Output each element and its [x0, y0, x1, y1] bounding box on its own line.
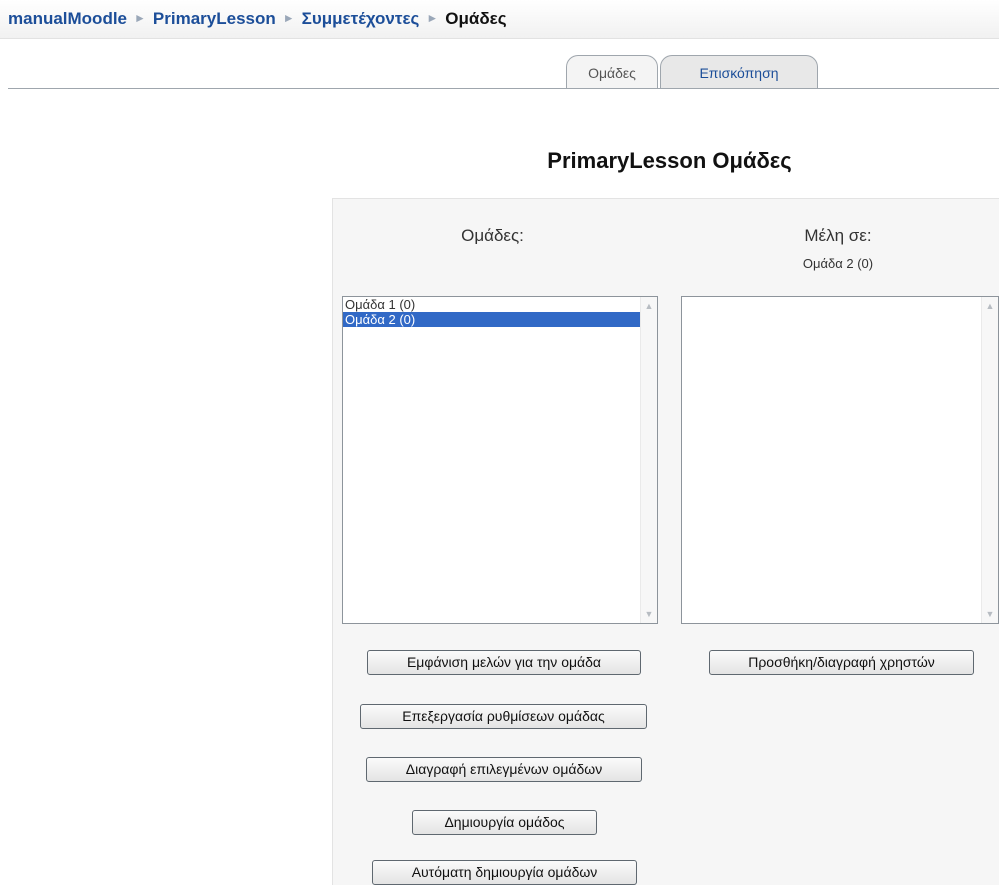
- breadcrumb-link-participants[interactable]: Συμμετέχοντες: [302, 9, 420, 28]
- scroll-down-icon[interactable]: ▼: [985, 609, 995, 619]
- breadcrumb-link-course-site[interactable]: manualMoodle: [8, 9, 127, 28]
- group-list-item[interactable]: Ομάδα 1 (0): [343, 297, 657, 312]
- tab-groups[interactable]: Ομάδες: [566, 55, 658, 88]
- members-scrollbar[interactable]: ▲ ▼: [981, 297, 998, 623]
- members-listbox[interactable]: ▲ ▼: [681, 296, 999, 624]
- page-title: PrimaryLesson Ομάδες: [547, 148, 792, 173]
- breadcrumb: manualMoodle ► PrimaryLesson ► Συμμετέχοντες…: [8, 9, 507, 29]
- tab-overview[interactable]: Επισκόπηση: [660, 55, 818, 88]
- delete-selected-groups-button[interactable]: Διαγραφή επιλεγμένων ομάδων: [366, 757, 642, 782]
- breadcrumb-bar: manualMoodle ► PrimaryLesson ► Συμμετέχοντες…: [0, 0, 999, 39]
- members-selected-group: Ομάδα 2 (0): [802, 256, 874, 271]
- groups-scrollbar[interactable]: ▲ ▼: [640, 297, 657, 623]
- breadcrumb-current-groups: Ομάδες: [445, 9, 507, 28]
- groups-listbox[interactable]: Ομάδα 1 (0) Ομάδα 2 (0) ▲ ▼: [342, 296, 658, 624]
- groups-heading: Ομάδες:: [461, 226, 524, 245]
- tabs-divider: [8, 88, 999, 89]
- breadcrumb-separator-icon: ►: [426, 11, 439, 25]
- scroll-up-icon[interactable]: ▲: [985, 301, 995, 311]
- members-heading: Μέλη σε:: [804, 226, 872, 245]
- group-list-item-selected[interactable]: Ομάδα 2 (0): [343, 312, 641, 327]
- scroll-up-icon[interactable]: ▲: [644, 301, 654, 311]
- breadcrumb-separator-icon: ►: [134, 11, 146, 25]
- scroll-down-icon[interactable]: ▼: [644, 609, 654, 619]
- create-group-button[interactable]: Δημιουργία ομάδος: [412, 810, 597, 835]
- breadcrumb-separator-icon: ►: [282, 11, 295, 25]
- breadcrumb-link-course[interactable]: PrimaryLesson: [153, 9, 276, 28]
- edit-group-settings-button[interactable]: Επεξεργασία ρυθμίσεων ομάδας: [360, 704, 647, 729]
- auto-create-groups-button[interactable]: Αυτόματη δημιουργία ομάδων: [372, 860, 637, 885]
- add-remove-users-button[interactable]: Προσθήκη/διαγραφή χρηστών: [709, 650, 974, 675]
- show-members-button[interactable]: Εμφάνιση μελών για την ομάδα: [367, 650, 641, 675]
